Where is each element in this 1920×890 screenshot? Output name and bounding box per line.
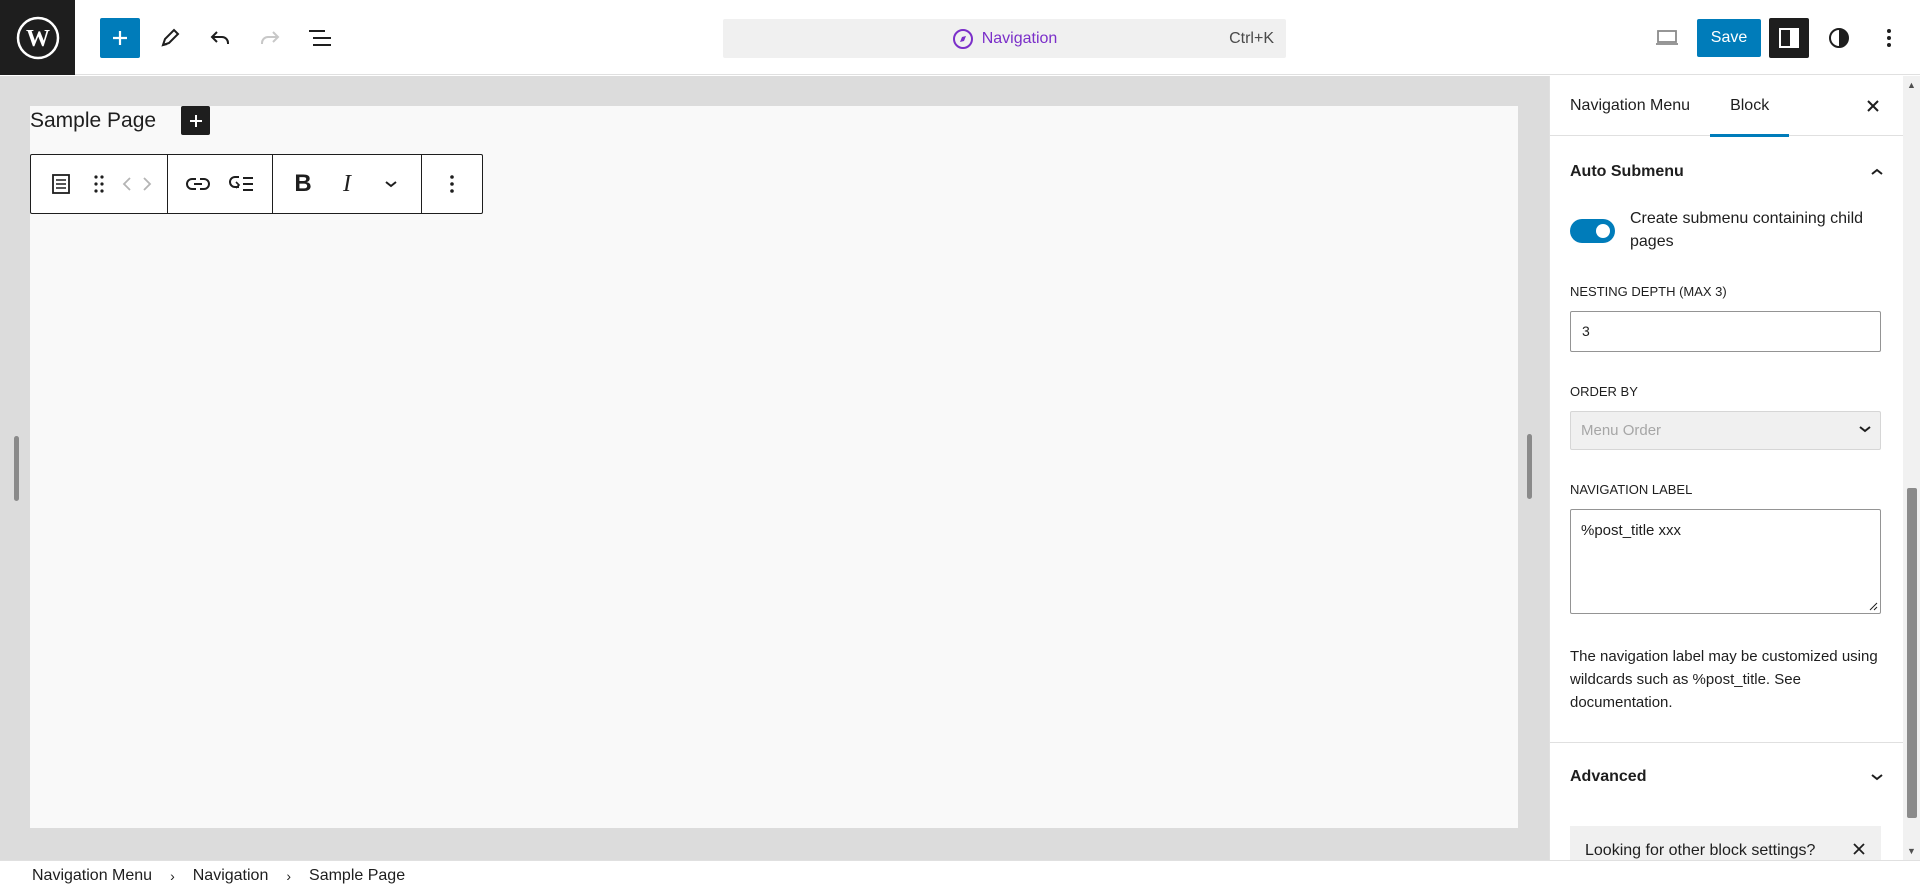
navigation-label-textarea[interactable]: %post_title xxx (1570, 509, 1881, 614)
block-breadcrumb: Navigation Menu › Navigation › Sample Pa… (0, 860, 1920, 890)
block-settings-notice: Looking for other block settings? (1570, 826, 1881, 860)
command-bar-shortcut: Ctrl+K (1229, 30, 1274, 47)
navigation-link-sample-page[interactable]: Sample Page (30, 109, 156, 133)
bold-button[interactable]: B (281, 155, 325, 213)
redo-button[interactable] (250, 18, 290, 58)
wordpress-icon: W (16, 16, 59, 59)
scrollbar-thumb[interactable] (1907, 488, 1917, 818)
order-by-value: Menu Order (1581, 422, 1662, 439)
auto-submenu-title: Auto Submenu (1570, 162, 1684, 180)
save-button[interactable]: Save (1697, 19, 1761, 57)
right-resize-handle[interactable] (1527, 434, 1532, 499)
command-palette-bar[interactable]: Navigation Ctrl+K (723, 19, 1286, 58)
block-options-button[interactable] (430, 155, 474, 213)
page-icon (52, 174, 70, 194)
auto-submenu-toggle[interactable] (1570, 219, 1615, 243)
link-icon (186, 178, 210, 190)
more-vertical-icon (1887, 29, 1891, 47)
sidebar-icon (1779, 28, 1799, 48)
laptop-icon (1656, 30, 1678, 45)
block-inserter-button[interactable] (100, 18, 140, 58)
chevron-down-icon (1871, 773, 1883, 780)
italic-button[interactable]: I (325, 155, 369, 213)
document-overview-button[interactable] (300, 18, 340, 58)
device-preview-button[interactable] (1647, 18, 1687, 58)
sidebar-tabs: Navigation Menu Block (1550, 76, 1904, 137)
link-button[interactable] (176, 155, 220, 213)
order-by-select[interactable]: Menu Order (1570, 411, 1881, 450)
close-icon (1867, 100, 1879, 112)
tab-navigation-menu[interactable]: Navigation Menu (1550, 76, 1710, 136)
scroll-down-icon[interactable]: ▼ (1907, 846, 1916, 856)
pencil-icon (161, 28, 180, 47)
breadcrumb-item-navigation[interactable]: Navigation (193, 867, 269, 885)
drag-handle-icon (94, 175, 104, 193)
resize-grip-icon (1869, 602, 1878, 611)
navigation-label-title: NAVIGATION LABEL (1570, 482, 1693, 497)
bold-icon: B (294, 170, 312, 197)
undo-button[interactable] (200, 18, 240, 58)
add-submenu-icon (229, 176, 253, 191)
advanced-title: Advanced (1570, 767, 1647, 785)
chevron-right-icon: › (170, 867, 175, 884)
compass-icon (952, 28, 973, 49)
navigation-label-help: The navigation label may be customized u… (1570, 648, 1878, 711)
undo-icon (210, 31, 229, 44)
move-left-right-button[interactable] (115, 155, 159, 213)
chevron-up-icon (1871, 168, 1883, 175)
chevron-down-icon (385, 181, 397, 188)
order-by-label: ORDER BY (1570, 384, 1638, 399)
wordpress-logo[interactable]: W (0, 0, 75, 75)
block-type-button[interactable] (39, 155, 83, 213)
breadcrumb-item-navigation-menu[interactable]: Navigation Menu (32, 867, 152, 885)
list-view-icon (309, 30, 331, 46)
styles-button[interactable] (1819, 18, 1859, 58)
navigation-label-value: %post_title xxx (1581, 522, 1682, 539)
more-formatting-button[interactable] (369, 155, 413, 213)
settings-sidebar: Navigation Menu Block Auto Submenu Creat… (1549, 76, 1920, 860)
svg-text:W: W (26, 26, 50, 52)
more-vertical-icon (450, 175, 454, 193)
command-bar-label: Navigation (981, 29, 1058, 47)
drag-handle[interactable] (83, 155, 115, 213)
left-resize-handle[interactable] (14, 436, 19, 501)
breadcrumb-item-sample-page: Sample Page (309, 866, 406, 884)
editor-canvas-area: Sample Page B I (0, 76, 1549, 860)
tools-button[interactable] (150, 18, 190, 58)
redo-icon (261, 31, 280, 44)
italic-icon: I (343, 170, 351, 197)
plus-icon (189, 114, 202, 127)
block-inserter-inline[interactable] (181, 106, 211, 135)
editor-header: W Navigation Ctrl+K Save (0, 0, 1920, 75)
settings-sidebar-toggle[interactable] (1769, 18, 1809, 58)
notice-text: Looking for other block settings? (1585, 842, 1816, 859)
chevron-left-right-icon (122, 177, 152, 191)
nesting-depth-input[interactable]: 3 (1570, 311, 1881, 352)
sidebar-scrollbar[interactable]: ▲ ▼ (1903, 76, 1920, 860)
chevron-down-icon (1859, 426, 1871, 433)
plus-icon (113, 31, 127, 45)
chevron-right-icon: › (286, 867, 292, 884)
close-sidebar-button[interactable] (1853, 86, 1893, 126)
scroll-up-icon[interactable]: ▲ (1907, 80, 1916, 90)
contrast-icon (1829, 28, 1849, 48)
panel-divider (1550, 742, 1904, 743)
auto-submenu-toggle-label: Create submenu containing child pages (1630, 210, 1864, 250)
advanced-panel-header[interactable]: Advanced (1550, 749, 1904, 804)
options-menu-button[interactable] (1869, 18, 1909, 58)
close-icon[interactable] (1852, 842, 1866, 856)
auto-submenu-panel-header[interactable]: Auto Submenu (1550, 144, 1904, 199)
add-submenu-button[interactable] (220, 155, 264, 213)
editor-canvas[interactable] (30, 106, 1518, 828)
nesting-depth-label: NESTING DEPTH (MAX 3) (1570, 284, 1727, 299)
tab-block[interactable]: Block (1710, 76, 1790, 137)
block-toolbar: B I (30, 154, 483, 214)
